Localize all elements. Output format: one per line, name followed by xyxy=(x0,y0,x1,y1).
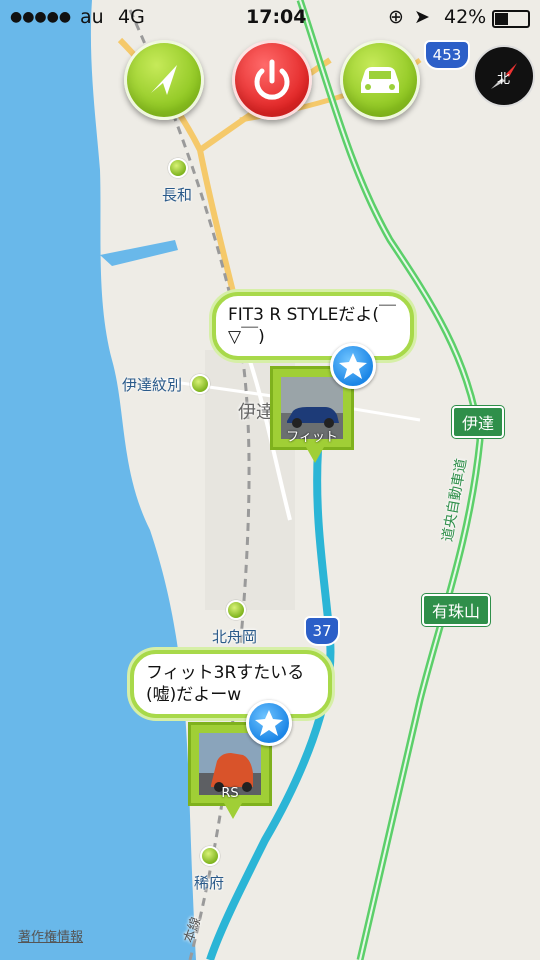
place-label-nagawa: 長和 xyxy=(162,186,193,204)
post-message-bubble[interactable]: フィット3Rすたいる(嘘)だよーw xyxy=(130,650,332,718)
post-photo-caption: フィット xyxy=(286,430,338,445)
station-marker[interactable] xyxy=(226,600,246,620)
battery-percent: 42% xyxy=(444,6,487,28)
status-bar: ●●●●● au 4G 17:04 ⊕ ➤ 42% xyxy=(0,0,540,40)
clock: 17:04 xyxy=(246,6,307,28)
car-button[interactable] xyxy=(340,40,420,120)
network-label: 4G xyxy=(118,6,145,28)
pin-tail xyxy=(224,803,242,819)
post-message-text: フィット3Rすたいる(嘘)だよーw xyxy=(146,663,305,705)
highway-sign-date-ic[interactable]: 伊達 xyxy=(452,406,505,438)
highway-sign-usuyama[interactable]: 有珠山 xyxy=(422,594,491,626)
carrier-label: au xyxy=(80,6,104,28)
place-label-datemonbetsu: 伊達紋別 xyxy=(122,376,183,394)
route-shield-37: 37 xyxy=(304,616,340,646)
post-message-bubble[interactable]: FIT3 R STYLEだよ(￣▽￣) xyxy=(212,292,414,360)
compass-button[interactable]: 北 xyxy=(473,45,535,107)
star-icon xyxy=(255,710,283,736)
post-photo-caption: RS xyxy=(221,786,239,801)
battery-icon xyxy=(492,10,530,28)
navigate-arrow-icon xyxy=(151,65,177,95)
signal-strength: ●●●●● xyxy=(10,9,72,25)
station-marker[interactable] xyxy=(190,374,210,394)
favorite-star-button[interactable] xyxy=(330,343,376,389)
power-button[interactable] xyxy=(232,40,312,120)
legal-link[interactable]: 著作権情報 xyxy=(18,926,83,945)
place-label-marefu: 稀府 xyxy=(194,874,225,892)
favorite-star-button[interactable] xyxy=(246,700,292,746)
pin-tail xyxy=(306,447,324,463)
compass-label: 北 xyxy=(497,72,511,87)
place-label-date: 伊達 xyxy=(238,402,274,423)
star-icon xyxy=(339,353,367,379)
harbor-area xyxy=(100,240,178,266)
post-message-text: FIT3 R STYLEだよ(￣▽￣) xyxy=(228,305,397,347)
location-arrow-icon: ➤ xyxy=(414,6,430,28)
power-icon xyxy=(254,59,290,100)
station-marker[interactable] xyxy=(168,158,188,178)
rotation-lock-icon: ⊕ xyxy=(388,6,404,28)
route-shield-453: 453 xyxy=(424,40,470,70)
car-icon xyxy=(361,67,399,93)
place-label-kitafunaoka: 北舟岡 xyxy=(212,628,258,646)
station-marker[interactable] xyxy=(200,846,220,866)
navigate-button[interactable] xyxy=(124,40,204,120)
sea-area xyxy=(0,0,196,960)
